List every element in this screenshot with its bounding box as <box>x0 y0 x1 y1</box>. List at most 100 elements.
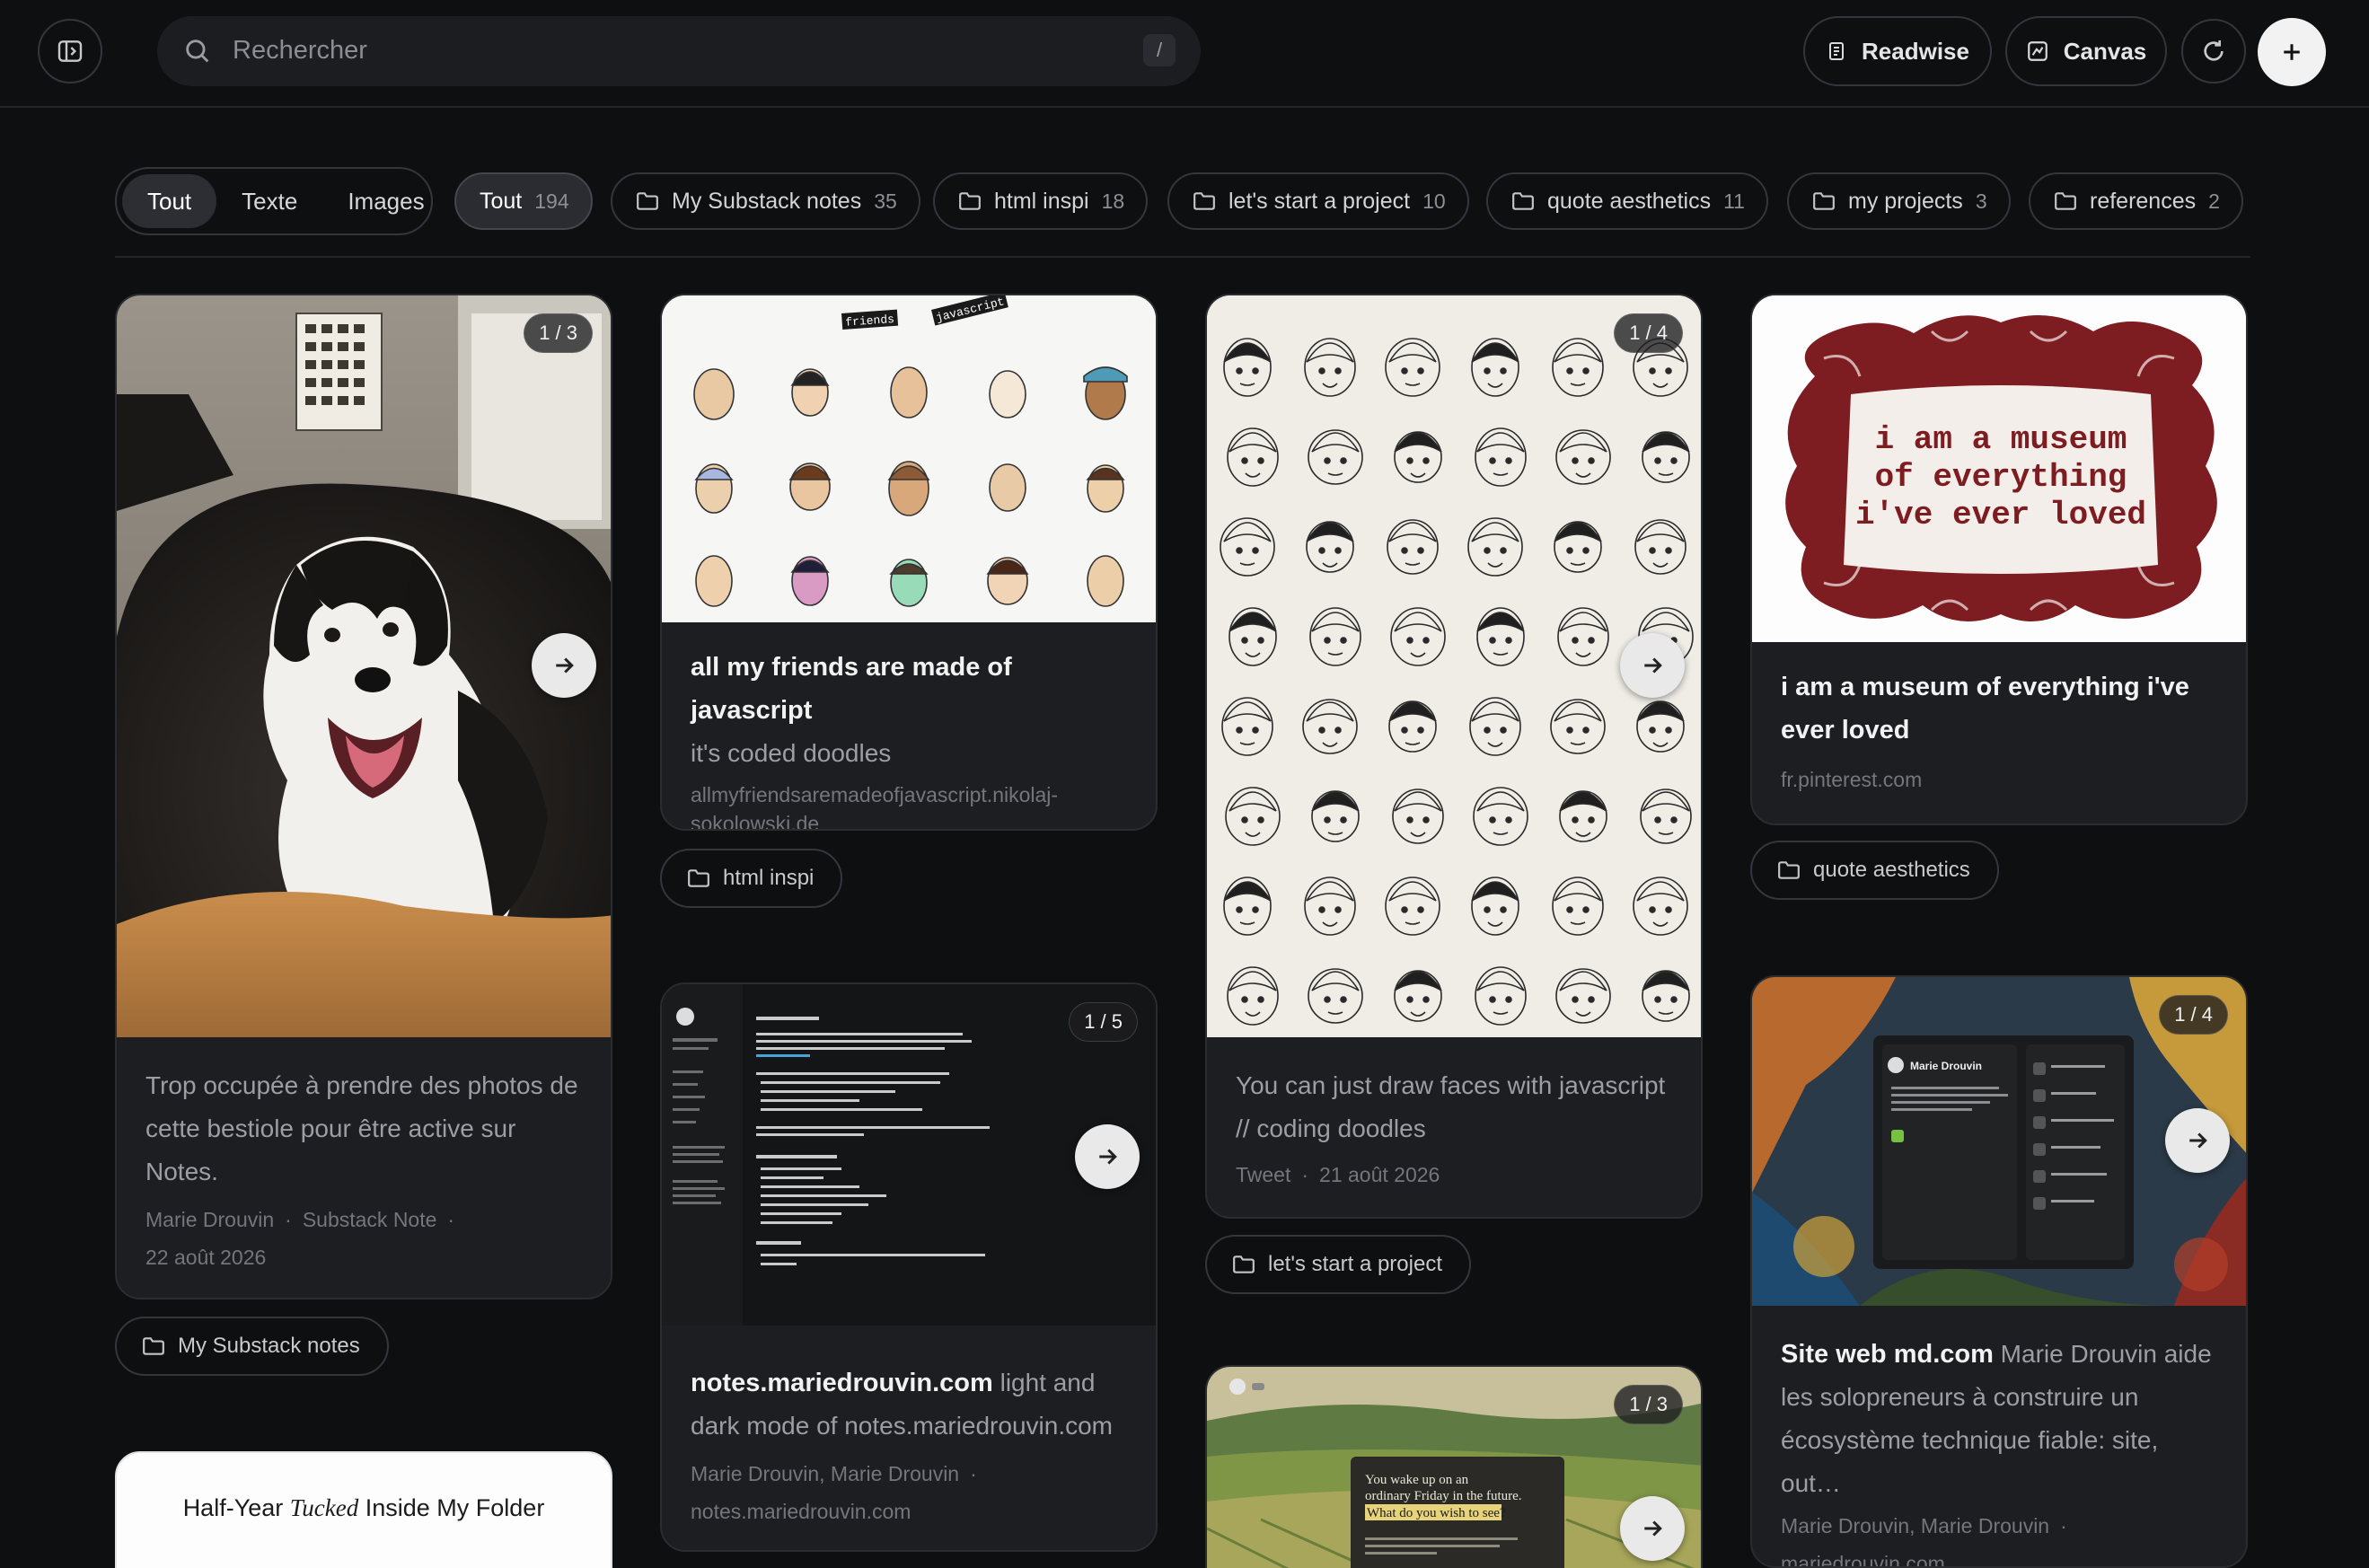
card-title: i am a museum of everything i've ever lo… <box>1781 673 2189 744</box>
sidebar-toggle-icon <box>57 40 83 62</box>
card-body: notes.mariedrouvin.com light and dark mo… <box>691 1361 1127 1530</box>
collection-label: My Substack notes <box>672 188 862 214</box>
search-icon <box>186 40 209 63</box>
card-domain: notes.mariedrouvin.com <box>691 1500 911 1523</box>
card-meta: Marie Drouvin, Marie Drouvin · notes.mari… <box>691 1462 977 1523</box>
collection-chip-my-projects[interactable]: my projects 3 <box>1787 172 2011 230</box>
canvas-label: Canvas <box>2063 37 2147 65</box>
collection-label: Tout <box>480 188 523 214</box>
collection-count: 35 <box>874 189 897 213</box>
card-domain: allmyfriendsaremadeofjavascript.nikolaj-… <box>691 783 1059 831</box>
card-dog-photo[interactable]: 1 / 3 Trop occupée à prendre des photos … <box>115 294 612 1299</box>
card-body: You can just draw faces with javascript … <box>1236 1064 1672 1194</box>
card-title: all my friends are made of javascript <box>691 653 1012 725</box>
type-filter-text[interactable]: Texte <box>216 174 322 228</box>
filter-divider <box>115 256 2250 258</box>
card-image: i am a museum of everything i've ever lo… <box>1752 295 2246 642</box>
arrow-right-icon <box>556 657 574 674</box>
card-source-type: Tweet <box>1236 1163 1291 1186</box>
folder-icon <box>1512 192 1534 210</box>
svg-text:ordinary Friday in the future.: ordinary Friday in the future. <box>1365 1489 1522 1503</box>
card-meta: Tweet · 21 août 2026 <box>1236 1163 1440 1186</box>
folder-icon <box>959 192 981 210</box>
search-shortcut-key: / <box>1143 34 1176 66</box>
refresh-icon <box>2204 40 2224 61</box>
card-meta: Marie Drouvin · Substack Note · 22 août 202… <box>145 1208 455 1269</box>
plus-icon <box>2284 44 2300 60</box>
card-friday-future[interactable]: You wake up on an ordinary Friday in the… <box>1205 1365 1703 1568</box>
add-button[interactable] <box>2258 18 2326 86</box>
next-image-button[interactable] <box>1620 633 1685 698</box>
collection-label: quote aesthetics <box>1547 188 1712 214</box>
type-filter-images[interactable]: Images <box>322 174 449 228</box>
card-body: Site web md.com Marie Drouvin aide les s… <box>1781 1333 2217 1568</box>
tag-label: quote aesthetics <box>1813 858 1970 882</box>
next-image-button[interactable] <box>1075 1124 1140 1189</box>
collection-label: my projects <box>1848 188 1963 214</box>
card-collection-tag[interactable]: html inspi <box>660 849 843 908</box>
card-author: Marie Drouvin <box>145 1208 275 1231</box>
svg-text:What do you wish to see?: What do you wish to see? <box>1367 1506 1506 1520</box>
arrow-right-icon <box>1644 1520 1662 1537</box>
image-counter-badge: 1 / 4 <box>1614 313 1683 353</box>
card-title: Site web md.com <box>1781 1340 1994 1369</box>
top-bar: Rechercher / Readwise Canvas <box>0 0 2369 108</box>
card-domain: fr.pinterest.com <box>1781 768 1923 791</box>
collection-label: html inspi <box>994 188 1089 214</box>
doodle-faces-image: friends javascript <box>662 295 1156 622</box>
svg-text:i've ever loved: i've ever loved <box>1855 497 2146 533</box>
refresh-button[interactable] <box>2181 19 2246 84</box>
sidebar-toggle-button[interactable] <box>38 19 102 84</box>
card-collection-tag[interactable]: My Substack notes <box>115 1317 389 1376</box>
collection-chip-quote-aesthetics[interactable]: quote aesthetics 11 <box>1486 172 1768 230</box>
arrow-right-icon <box>1099 1149 1117 1165</box>
card-notes-mariedrouvin[interactable]: 1 / 5 notes.mariedrouvin.com light and d… <box>660 982 1158 1552</box>
card-image: friends javascript <box>662 295 1156 622</box>
card-title-and-description: Site web md.com Marie Drouvin aide les s… <box>1781 1333 2217 1505</box>
card-date: 22 août 2026 <box>145 1246 267 1269</box>
next-image-button[interactable] <box>1620 1496 1685 1561</box>
folder-icon <box>143 1337 164 1355</box>
collection-chip-lets-start-a-project[interactable]: let's start a project 10 <box>1167 172 1469 230</box>
next-image-button[interactable] <box>532 633 596 698</box>
svg-text:Marie Drouvin: Marie Drouvin <box>1910 1060 1982 1072</box>
svg-text:of everything: of everything <box>1875 459 2127 496</box>
image-counter-badge: 1 / 4 <box>2159 995 2228 1035</box>
type-filter-all[interactable]: Tout <box>122 174 217 228</box>
collection-chip-all[interactable]: Tout 194 <box>454 172 593 230</box>
card-authors: Marie Drouvin, Marie Drouvin <box>1781 1514 2050 1537</box>
card-description: Trop occupée à prendre des photos de cet… <box>145 1071 578 1185</box>
collection-count: 18 <box>1101 189 1125 213</box>
card-title: notes.mariedrouvin.com <box>691 1369 993 1397</box>
image-counter-badge: 1 / 3 <box>1614 1385 1683 1424</box>
readwise-button[interactable]: Readwise <box>1803 16 1992 86</box>
document-icon <box>1829 42 1845 60</box>
museum-quote-artwork: i am a museum of everything i've ever lo… <box>1752 295 2246 642</box>
collection-count: 3 <box>1975 189 1987 213</box>
canvas-icon <box>2027 41 2048 61</box>
collection-chip-html-inspi[interactable]: html inspi 18 <box>933 172 1149 230</box>
card-museum-quote[interactable]: i am a museum of everything i've ever lo… <box>1750 294 2248 825</box>
collection-chip-my-substack-notes[interactable]: My Substack notes 35 <box>611 172 920 230</box>
collection-chip-references[interactable]: references 2 <box>2029 172 2243 230</box>
search-input[interactable]: Rechercher / <box>157 16 1201 86</box>
card-half-year-tucked[interactable]: Half-Year Tucked Inside My Folder <box>115 1451 612 1568</box>
collection-count: 194 <box>534 189 569 213</box>
card-collection-tag[interactable]: let's start a project <box>1205 1235 1471 1294</box>
card-friends-javascript[interactable]: friends javascript all my friends are ma… <box>660 294 1158 831</box>
collection-label: references <box>2090 188 2197 214</box>
card-site-web-md[interactable]: Marie Drouvin 1 / 4 Site web md.com Mari… <box>1750 975 2248 1568</box>
card-body: all my friends are made of javascript it… <box>691 646 1127 831</box>
card-image-text: Half-Year Tucked Inside My Folder <box>182 1494 545 1521</box>
card-domain: mariedrouvin.com <box>1781 1552 1945 1568</box>
folder-icon <box>688 869 709 887</box>
tag-label: let's start a project <box>1268 1252 1442 1276</box>
card-title-and-description: notes.mariedrouvin.com light and dark mo… <box>691 1361 1127 1448</box>
next-image-button[interactable] <box>2165 1108 2230 1173</box>
card-draw-faces[interactable]: 1 / 4 You can just draw faces with javas… <box>1205 294 1703 1219</box>
canvas-button[interactable]: Canvas <box>2005 16 2167 86</box>
folder-icon <box>1193 192 1215 210</box>
card-body: i am a museum of everything i've ever lo… <box>1781 665 2217 798</box>
card-collection-tag[interactable]: quote aesthetics <box>1750 841 1999 900</box>
arrow-right-icon <box>1644 657 1662 674</box>
